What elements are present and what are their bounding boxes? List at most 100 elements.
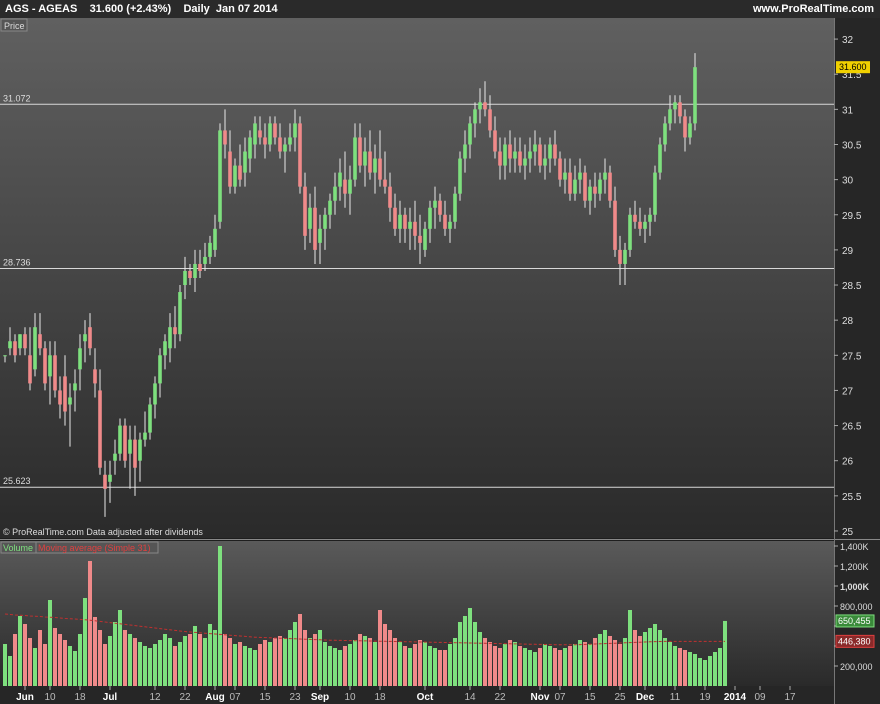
candle-body [208,242,212,257]
volume-bar [713,652,717,686]
candle-body [108,474,112,482]
price-tick-label: 27 [842,386,854,397]
volume-bar [688,652,692,686]
price-tick-label: 28.5 [842,281,862,292]
candle-body [593,186,597,194]
candle-body [433,200,437,208]
candle-body [68,397,72,405]
volume-bar [188,634,192,686]
volume-bar [58,634,62,686]
date-tick-label: 17 [784,692,796,703]
price-volume-chart[interactable]: 31.072 28.736 25.623 25 25.5 26 26.5 27 27.5 28 2… [0,0,880,704]
candle-body [408,221,412,229]
date-tick-label: 2014 [724,692,747,703]
volume-bar [633,630,637,686]
candle-body [548,144,552,159]
candle-body [403,214,407,229]
price-tick-label: 25 [842,527,854,538]
price-tick-label: 30 [842,176,854,187]
volume-label: Volume [3,543,33,553]
volume-bar [603,630,607,686]
candle-body [323,214,327,229]
volume-bar [338,650,342,686]
volume-bar [53,628,57,686]
date-tick-label: 10 [44,692,56,703]
candle-body [158,355,162,384]
volume-bar [168,638,172,686]
volume-bar [23,624,27,686]
date-tick-label: 11 [670,692,681,703]
candle-body [398,214,402,229]
candle-body [573,179,577,194]
date-tick-label: 22 [494,692,506,703]
candle-body [93,369,97,384]
volume-bar [78,634,82,686]
volume-bar [443,650,447,686]
date-tick-label: 10 [344,692,356,703]
volume-bar [368,638,372,686]
price-tick-label: 28 [842,316,854,327]
volume-bar [643,632,647,686]
candle-body [273,123,277,138]
volume-bar [83,598,87,686]
volume-bar [318,630,322,686]
candle-body [693,67,697,124]
candle-body [608,172,612,201]
volume-bar [568,646,572,686]
candle-body [258,130,262,138]
candle-body [463,144,467,159]
candle-body [543,158,547,166]
candle-body [268,123,272,145]
candle-body [603,172,607,180]
candle-body [623,249,627,264]
volume-bar [303,630,307,686]
volume-bar [683,650,687,686]
volume-bar [353,640,357,686]
volume-bar [18,616,22,686]
candle-body [133,439,137,468]
volume-bar [8,656,12,686]
date-tick-label: 15 [259,692,271,703]
candle-body [443,214,447,229]
price-tick-label: 27.5 [842,351,862,362]
volume-bar [263,640,267,686]
candle-body [518,151,522,166]
volume-bar [663,638,667,686]
volume-bar [198,634,202,686]
candle-body [668,109,672,124]
ma-label: Moving average (Simple 31) [38,543,151,553]
volume-bar [178,642,182,686]
date-tick-label: 18 [374,692,386,703]
candle-body [528,151,532,159]
candle-body [523,158,527,166]
candle-body [223,130,227,145]
volume-bar [613,640,617,686]
candle-body [173,327,177,335]
candle-body [663,123,667,145]
volume-bar [158,640,162,686]
volume-bar [518,646,522,686]
candle-body [478,102,482,110]
price-tick-label: 25.5 [842,492,862,503]
candle-body [88,327,92,349]
candle-body [248,137,252,159]
volume-bar [408,648,412,686]
volume-bar [648,628,652,686]
candle-body [453,193,457,222]
candle-body [368,151,372,173]
candle-body [313,207,317,250]
volume-bar [73,651,77,686]
candle-body [193,263,197,278]
volume-bar [463,616,467,686]
price-tick-label: 26.5 [842,422,862,433]
candle-body [263,137,267,145]
volume-bar [123,630,127,686]
volume-bar [433,648,437,686]
volume-bar [523,648,527,686]
candle-body [58,390,62,405]
level-label: 28.736 [3,257,31,267]
candle-body [498,151,502,166]
candle-body [188,270,192,278]
volume-bar [173,646,177,686]
level-label: 25.623 [3,476,31,486]
